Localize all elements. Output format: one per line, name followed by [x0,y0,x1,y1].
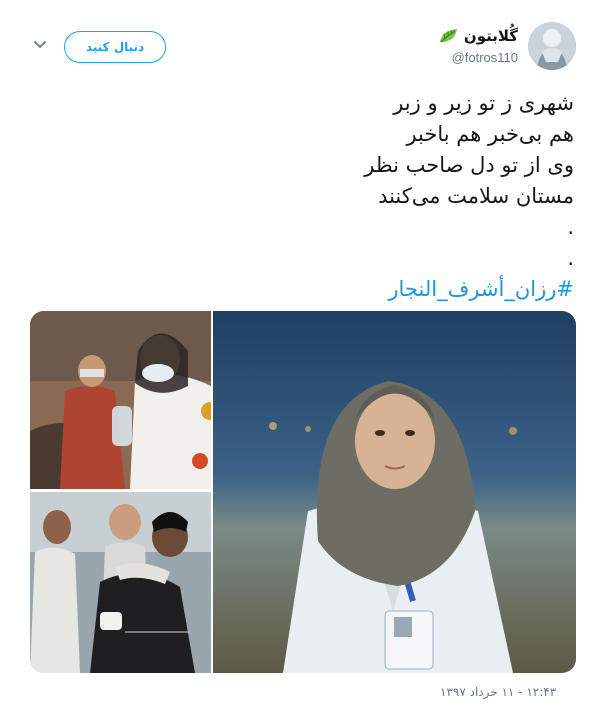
leaf-icon [438,27,460,45]
hashtag-link[interactable]: #رزان_أشرف_النجار [54,274,574,305]
display-name[interactable]: گُلابتون [464,27,518,45]
tweet-line: . [567,246,574,270]
photo-crowd-carrying[interactable] [30,492,211,673]
tweet-line: وی از تو دل صاحب نظر [364,153,574,177]
tweet-timestamp[interactable]: ۱۲:۴۳ - ۱۱ خرداد ۱۳۹۷ [440,685,556,699]
tweet-line: مستان سلامت می‌کنند [378,184,574,208]
author-block: گُلابتون @fotros110 [438,27,518,65]
tweet-text: شهری ز تو زیر و زبر هم بی‌خبر هم باخبر و… [54,88,574,305]
photo-portrait-medic[interactable] [213,311,576,673]
media-grid [30,311,576,673]
tweet-card: گُلابتون @fotros110 دنبال کنید شهری ز تو… [0,0,600,710]
tweet-line: شهری ز تو زیر و زبر [393,91,574,115]
chevron-down-icon[interactable] [32,38,48,52]
follow-button[interactable]: دنبال کنید [64,31,166,63]
photo-medic-field[interactable] [30,311,211,489]
tweet-line: هم بی‌خبر هم باخبر [406,122,574,146]
avatar[interactable] [528,22,576,70]
avatar-photo [528,22,576,70]
tweet-line: . [567,215,574,239]
user-handle[interactable]: @fotros110 [438,50,518,65]
